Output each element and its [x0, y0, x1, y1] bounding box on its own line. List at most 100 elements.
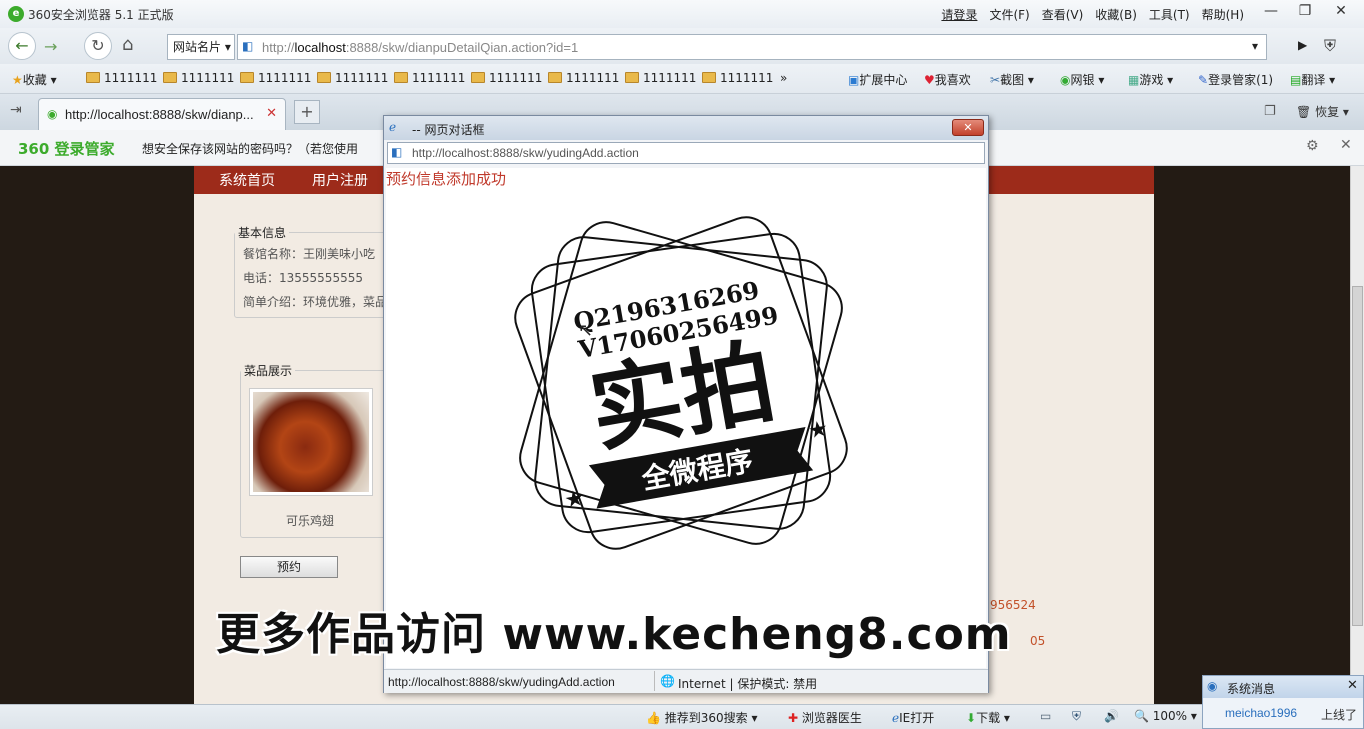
menu-login[interactable]: 请登录 [941, 6, 977, 23]
bookmark-folder[interactable]: 1111111 [240, 71, 311, 85]
menu-tools[interactable]: 工具(T) [1149, 6, 1190, 23]
bookmark-folder[interactable]: 1111111 [702, 71, 773, 85]
basic-info-legend: 基本信息 [238, 226, 287, 240]
security-zone: Internet | 保护模式: 禁用 [678, 677, 818, 691]
forward-arrow-icon: → [44, 37, 58, 56]
page-scrollbar[interactable] [1350, 166, 1364, 704]
tab-list-icon[interactable]: ❐ [1264, 104, 1276, 119]
more-bookmarks-icon[interactable]: » [780, 71, 787, 85]
extensions-button[interactable]: ▣扩展中心 [848, 71, 907, 88]
folder-icon [317, 72, 331, 83]
dialog-statusbar: http://localhost:8888/skw/yudingAdd.acti… [384, 669, 988, 693]
dialog-body: 预约信息添加成功 Q2196316269 V17060256499 实拍 全微程… [386, 168, 986, 668]
folder-icon [548, 72, 562, 83]
folder-icon [163, 72, 177, 83]
login-manager-brand: 360 登录管家 [18, 140, 115, 158]
dish-image[interactable] [249, 388, 373, 496]
message-status: 上线了 [1321, 708, 1358, 722]
go-icon[interactable]: ▶ [1298, 38, 1307, 52]
page-icon: ◧ [391, 145, 403, 159]
nav-home-link[interactable]: 系统首页 [219, 170, 275, 190]
popup-title: 系统消息 [1227, 682, 1276, 696]
popup-close-icon[interactable]: ✕ [1347, 678, 1358, 693]
side-contact-text-2: 05 [1030, 634, 1046, 648]
system-message-popup: ◉ 系统消息 ✕ meichao1996 上线了 [1202, 675, 1364, 729]
reserve-button[interactable]: 预约 [240, 556, 338, 578]
minimize-button[interactable]: — [1256, 2, 1286, 22]
star-icon: ★ [806, 416, 830, 444]
screenshot-button[interactable]: ✂截图 ▾ [990, 71, 1034, 88]
back-button[interactable]: ← [8, 32, 36, 60]
menu-view[interactable]: 查看(V) [1042, 6, 1084, 23]
bookmark-folder[interactable]: 1111111 [471, 71, 542, 85]
watermark-text: 更多作品访问 www.kecheng8.com [216, 609, 1012, 660]
nav-register-link[interactable]: 用户注册 [312, 170, 368, 190]
close-bar-icon[interactable]: ✕ [1340, 137, 1352, 153]
dish-name[interactable]: 可乐鸡翅 [286, 512, 334, 529]
browser-doctor-button[interactable]: ✚ 浏览器医生 [788, 709, 862, 726]
stamp-image: Q2196316269 V17060256499 实拍 全微程序 ★ ★ [514, 216, 848, 550]
menu-favorites[interactable]: 收藏(B) [1095, 6, 1137, 23]
refresh-button[interactable]: ↻ [84, 32, 112, 60]
bookmark-folder[interactable]: 1111111 [625, 71, 696, 85]
dropdown-icon[interactable]: ▾ [1252, 39, 1258, 53]
volume-icon[interactable]: 🔊 [1104, 709, 1119, 723]
browser-logo-icon: e [8, 6, 24, 22]
dialog-title: -- 网页对话框 [412, 123, 485, 137]
close-window-button[interactable]: ✕ [1326, 2, 1356, 22]
mouse-cursor-icon: ↖ [578, 320, 594, 341]
window-icon[interactable]: ▭ [1040, 709, 1051, 723]
navigation-bar: ← → ↻ ⌂ 网站名片 ▾ ◧ http://localhost:8888/s… [0, 28, 1364, 64]
settings-gear-icon[interactable]: ⚙ [1306, 138, 1319, 154]
download-button[interactable]: ⬇下载 ▾ [966, 709, 1010, 726]
page-icon: ◧ [242, 39, 254, 53]
bookmark-folder[interactable]: 1111111 [163, 71, 234, 85]
folder-icon [702, 72, 716, 83]
zoom-control[interactable]: 🔍 100% ▾ [1134, 709, 1197, 723]
bookmark-folder[interactable]: 1111111 [548, 71, 619, 85]
favorites-button[interactable]: ★收藏 ▾ [12, 71, 57, 88]
globe-icon: 🌐 [660, 674, 675, 688]
home-button[interactable]: ⌂ [122, 34, 133, 55]
popup-header: ◉ 系统消息 ✕ [1203, 676, 1363, 698]
message-user[interactable]: meichao1996 [1225, 706, 1297, 720]
shield-icon[interactable]: ⛨ [1324, 36, 1336, 56]
address-bar[interactable]: ◧ http://localhost:8888/skw/dianpuDetail… [237, 34, 1267, 60]
dialog-close-button[interactable]: ✕ [952, 119, 984, 136]
games-button[interactable]: ▦游戏 ▾ [1128, 71, 1173, 88]
menu-file[interactable]: 文件(F) [989, 6, 1029, 23]
folder-icon [471, 72, 485, 83]
restaurant-name: 餐馆名称：王刚美味小吃 [243, 247, 376, 261]
restore-button[interactable]: ❐ [1290, 2, 1320, 22]
bookmark-folder[interactable]: 1111111 [86, 71, 157, 85]
folder-icon [86, 72, 100, 83]
ie-open-button[interactable]: ℯIE打开 [892, 709, 934, 726]
tab-close-icon[interactable]: ✕ [266, 106, 277, 121]
back-arrow-icon: ← [15, 36, 29, 55]
dialog-titlebar: ℯ -- 网页对话框 ✕ [384, 116, 988, 140]
refresh-icon: ↻ [91, 36, 105, 55]
sidebar-toggle-icon[interactable]: ⇥ [10, 102, 22, 118]
title-bar: e 360安全浏览器 5.1 正式版 请登录 文件(F) 查看(V) 收藏(B)… [0, 0, 1364, 28]
forward-button[interactable]: → [44, 37, 57, 56]
dishes-legend: 菜品展示 [244, 364, 293, 378]
folder-icon [394, 72, 408, 83]
translate-button[interactable]: ▤翻译 ▾ [1290, 71, 1335, 88]
tab-active[interactable]: ◉ http://localhost:8888/skw/dianp... ✕ [38, 98, 286, 130]
protect-icon[interactable]: ⛨ [1072, 709, 1081, 724]
browser-statusbar: 👍 推荐到360搜索 ▾ ✚ 浏览器医生 ℯIE打开 ⬇下载 ▾ ▭ ⛨ 🔊 🔍… [0, 704, 1364, 729]
ebank-button[interactable]: ◉网银 ▾ [1060, 71, 1104, 88]
new-tab-button[interactable]: + [294, 100, 320, 124]
bookmark-folder[interactable]: 1111111 [317, 71, 388, 85]
restore-closed-button[interactable]: 🗑 恢复 ▾ [1296, 103, 1349, 120]
recommend-button[interactable]: 👍 推荐到360搜索 ▾ [646, 709, 758, 726]
menu-help[interactable]: 帮助(H) [1202, 6, 1244, 23]
message-icon: ◉ [1207, 679, 1218, 693]
like-button[interactable]: ♥我喜欢 [924, 71, 971, 88]
scrollbar-thumb[interactable] [1352, 286, 1363, 626]
status-divider [654, 671, 655, 691]
bookmark-folder[interactable]: 1111111 [394, 71, 465, 85]
login-manager-button[interactable]: ✎登录管家(1) [1198, 71, 1273, 88]
window-title: 360安全浏览器 5.1 正式版 [28, 8, 174, 22]
site-card-dropdown[interactable]: 网站名片 ▾ [167, 34, 235, 60]
